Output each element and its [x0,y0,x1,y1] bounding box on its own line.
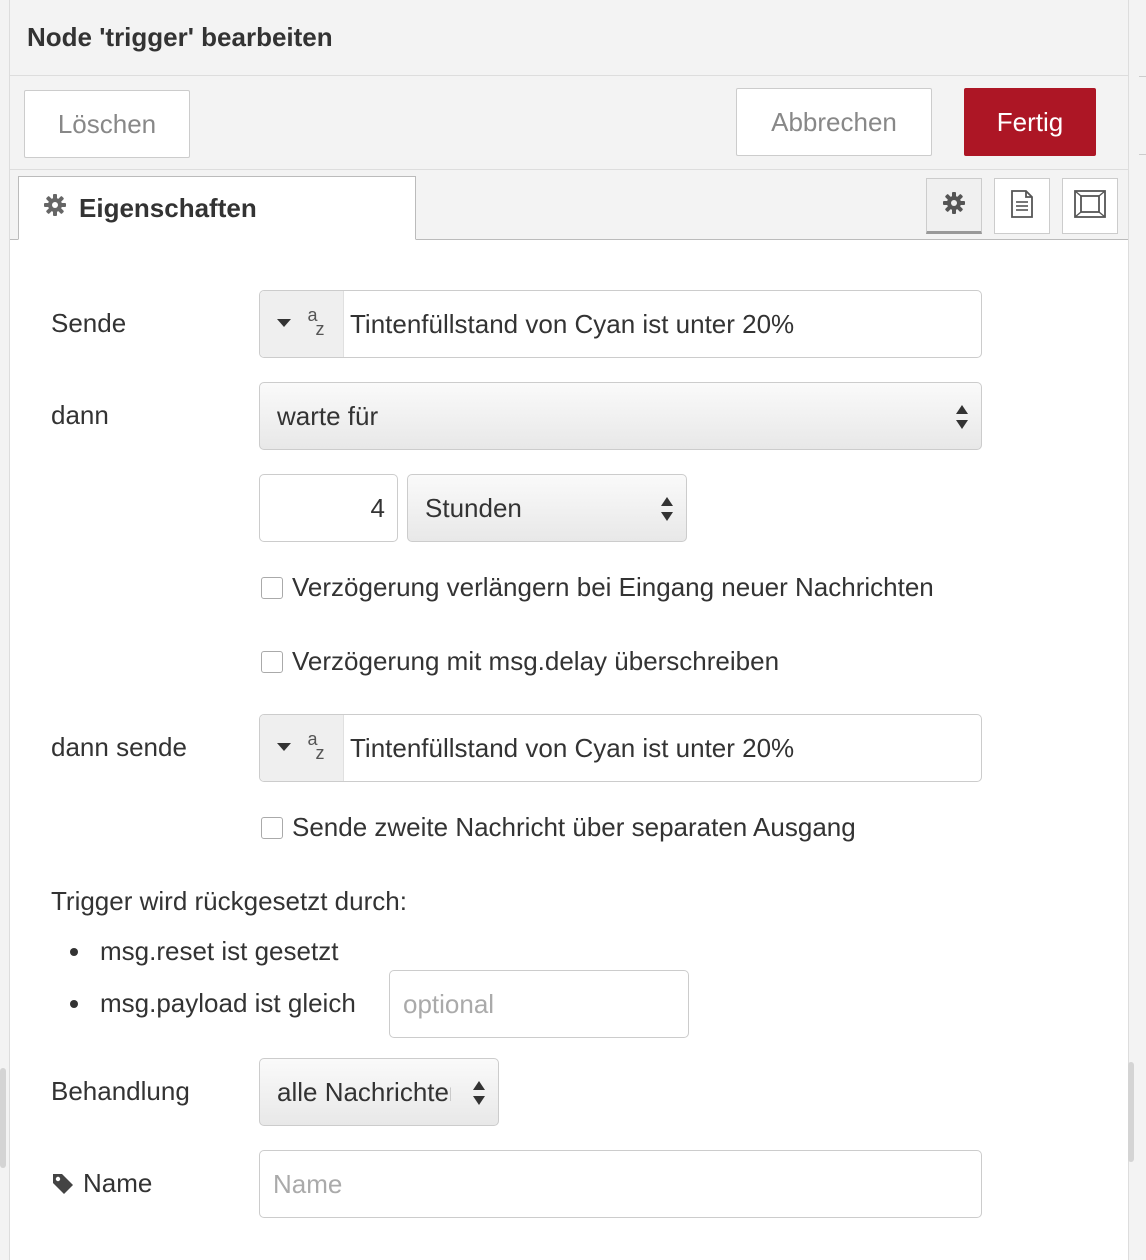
second-output-option: Sende zweite Nachricht über separaten Au… [261,812,856,843]
handling-label: Behandlung [51,1076,190,1106]
caret-down-icon [276,315,292,333]
tray-toolbar: Löschen Abbrechen Fertig [10,76,1128,170]
handling-select[interactable]: alle Nachrichten [259,1058,499,1126]
reset-payload-placeholder: optional [403,988,495,1019]
tag-icon [51,1172,75,1196]
done-button[interactable]: Fertig [964,88,1096,156]
right-scrollbar[interactable] [1128,1062,1134,1162]
then-send-label: dann sende [51,732,187,762]
select-arrows-icon [955,403,969,438]
reset-item-1: msg.reset ist gesetzt [70,936,338,967]
tab-appearance-button[interactable] [1062,178,1118,234]
second-output-label: Sende zweite Nachricht über separaten Au… [292,812,856,842]
tab-properties[interactable]: Eigenschaften [18,176,416,240]
delete-button[interactable]: Löschen [24,90,190,158]
then-send-typed-input[interactable]: az Tintenfüllstand von Cyan ist unter 20… [259,714,982,782]
extend-delay-option: Verzögerung verlängern bei Eingang neuer… [261,572,934,603]
name-input[interactable]: Name [259,1150,982,1218]
cancel-button[interactable]: Abbrechen [736,88,932,156]
send-label: Sende [51,308,127,338]
handling-select-value: alle Nachrichten [277,1076,451,1107]
send-typed-input[interactable]: az Tintenfüllstand von Cyan ist unter 20… [259,290,982,358]
reset-item-2: msg.payload ist gleich [70,988,356,1019]
reset-payload-input[interactable]: optional [389,970,689,1038]
then-send-value[interactable]: Tintenfüllstand von Cyan ist unter 20% [344,715,794,781]
then-send-type-selector[interactable]: az [260,715,344,781]
tray-header: Node 'trigger' bearbeiten [10,0,1128,76]
page-title: Node 'trigger' bearbeiten [27,22,333,52]
reset-item-1-label: msg.reset ist gesetzt [100,936,339,966]
edge-divider [1139,76,1146,77]
select-arrows-icon [472,1079,486,1114]
duration-unit-select[interactable]: Stunden [407,474,687,542]
gear-icon [942,191,966,220]
name-label-row: Name [51,1168,152,1199]
second-output-checkbox[interactable] [261,816,283,839]
send-value[interactable]: Tintenfüllstand von Cyan ist unter 20% [344,291,794,357]
then-select-value: warte für [277,400,379,431]
override-delay-label: Verzögerung mit msg.delay überschreiben [292,646,780,676]
select-arrows-icon [660,495,674,530]
tab-properties-label: Eigenschaften [79,192,257,223]
gear-icon [43,193,67,224]
extend-delay-checkbox[interactable] [261,576,283,599]
document-icon [1009,189,1035,224]
tab-settings-button[interactable] [926,178,982,234]
frame-icon [1073,189,1107,224]
then-select[interactable]: warte für [259,382,982,450]
name-placeholder: Name [273,1168,343,1199]
override-delay-checkbox[interactable] [261,650,283,673]
bullet-dot [70,947,78,956]
extend-delay-label: Verzögerung verlängern bei Eingang neuer… [292,572,934,602]
tab-bar: Eigenschaften [10,170,1128,240]
send-type-selector[interactable]: az [260,291,344,357]
override-delay-option: Verzögerung mit msg.delay überschreiben [261,646,779,677]
left-scrollbar[interactable] [0,1068,6,1168]
edit-tray: Node 'trigger' bearbeiten Löschen Abbrec… [10,0,1128,1260]
then-label: dann [51,400,109,430]
caret-down-icon [276,739,292,757]
edge-divider [1139,154,1146,155]
reset-item-2-label: msg.payload ist gleich [100,988,356,1018]
bullet-dot [70,999,78,1008]
duration-input[interactable]: 4 [259,474,398,542]
name-label: Name [83,1168,153,1198]
duration-unit-value: Stunden [425,492,522,523]
tab-description-button[interactable] [994,178,1050,234]
string-type-icon: az [307,305,325,339]
string-type-icon: az [307,729,325,763]
reset-heading: Trigger wird rückgesetzt durch: [51,886,407,916]
